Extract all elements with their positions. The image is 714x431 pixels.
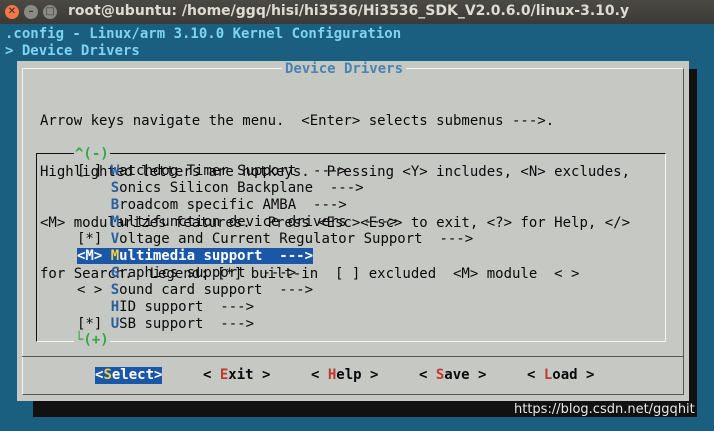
scroll-down-indicator[interactable]: └(+)	[74, 332, 110, 349]
bracket: >	[361, 367, 379, 383]
menu-item-body: [ ] Watchdog Timer Support --->	[77, 163, 347, 179]
menu-item-hotkey: H	[110, 299, 120, 315]
bracket: <	[419, 367, 436, 383]
menuconfig-dialog: Device Drivers Arrow keys navigate the m…	[17, 61, 689, 401]
dialog-shadow-right	[689, 69, 697, 416]
menu-item-label: SB support --->	[119, 316, 255, 332]
menu-item[interactable]: < > Sound card support --->	[77, 282, 313, 299]
watermark: https://blog.csdn.net/ggqhit	[514, 402, 695, 417]
menu-item-body: Broadcom specific AMBA --->	[77, 197, 347, 213]
menu-item-label: ultimedia support --->	[119, 248, 314, 264]
menu-item-state	[77, 197, 111, 213]
menu-item-state	[77, 180, 111, 196]
menu-item-label: ound card support --->	[119, 282, 314, 298]
menu-item-hotkey: S	[110, 282, 120, 298]
menu-item-label: onics Silicon Backplane --->	[119, 180, 364, 196]
breadcrumb: > Device Drivers	[5, 43, 140, 59]
bracket: <	[527, 367, 544, 383]
menu-item[interactable]: Broadcom specific AMBA --->	[77, 197, 347, 214]
menu-item-state: [*]	[77, 316, 111, 332]
help-button[interactable]: < Help >	[311, 367, 378, 384]
menu-item-body: Graphics support --->	[77, 265, 296, 281]
scroll-up-indicator[interactable]: ^(-)	[74, 146, 110, 163]
maximize-icon[interactable]: □	[43, 5, 57, 19]
menu-item-body: <M> Multimedia support --->	[77, 248, 314, 264]
menu-item-hotkey: U	[110, 316, 120, 332]
exit-button[interactable]: < Exit >	[203, 367, 270, 384]
menu-item-hotkey: M	[110, 214, 120, 230]
menu-item-state: <M>	[77, 248, 111, 264]
button-label: elect	[111, 367, 155, 383]
menu-item-state: [ ]	[77, 163, 111, 179]
help-line: Arrow keys navigate the menu. <Enter> se…	[40, 113, 555, 129]
menu-item-state: < >	[77, 282, 111, 298]
button-label: xit	[228, 367, 254, 383]
menu-item[interactable]: Graphics support --->	[77, 265, 296, 282]
hotkey: S	[103, 367, 112, 383]
menu-item-hotkey: G	[110, 265, 120, 281]
menu-item-label: ID support --->	[119, 299, 255, 315]
menu-item-state	[77, 265, 111, 281]
menu-item[interactable]: Sonics Silicon Backplane --->	[77, 180, 364, 197]
menu-item-label: ultifunction device drivers --->	[119, 214, 398, 230]
window-titlebar: ✕ – □ root@ubuntu: /home/ggq/hisi/hi3536…	[0, 0, 714, 24]
menu-item-label: raphics support --->	[119, 265, 297, 281]
bracket: >	[469, 367, 487, 383]
load-button[interactable]: < Load >	[527, 367, 594, 384]
menu-item[interactable]: HID support --->	[77, 299, 254, 316]
menu-item[interactable]: Multifunction device drivers --->	[77, 214, 398, 231]
window-title: root@ubuntu: /home/ggq/hisi/hi3536/Hi353…	[68, 3, 630, 19]
menu-item-label: atchdog Timer Support --->	[119, 163, 347, 179]
menu-item[interactable]: [ ] Watchdog Timer Support --->	[77, 163, 347, 180]
menu-item-body: [*] Voltage and Current Regulator Suppor…	[77, 231, 473, 247]
menu-item-body: HID support --->	[77, 299, 254, 315]
menu-item-state	[77, 214, 111, 230]
menu-item-hotkey: B	[110, 197, 120, 213]
menu-item-body: < > Sound card support --->	[77, 282, 313, 298]
bracket: <	[311, 367, 328, 383]
menu-item[interactable]: <M> Multimedia support --->	[77, 248, 314, 265]
menu-item-label: roadcom specific AMBA --->	[119, 197, 347, 213]
button-label: oad	[552, 367, 578, 383]
menu-item-body: [*] USB support --->	[77, 316, 254, 332]
close-icon[interactable]: ✕	[5, 5, 19, 19]
menu-item-hotkey: V	[110, 231, 120, 247]
bracket: <	[203, 367, 220, 383]
bracket: >	[253, 367, 271, 383]
menu-item-body: Sonics Silicon Backplane --->	[77, 180, 364, 196]
menu-item-hotkey: S	[110, 180, 120, 196]
bracket: >	[577, 367, 595, 383]
menu-item[interactable]: [*] Voltage and Current Regulator Suppor…	[77, 231, 473, 248]
button-divider	[22, 356, 684, 357]
menu-item-body: Multifunction device drivers --->	[77, 214, 398, 230]
menu-item-label: oltage and Current Regulator Support ---…	[119, 231, 474, 247]
button-label: elp	[336, 367, 362, 383]
dialog-title: Device Drivers	[282, 61, 407, 78]
config-header: .config - Linux/arm 3.10.0 Kernel Config…	[5, 26, 402, 42]
button-label: ave	[444, 367, 470, 383]
minimize-icon[interactable]: –	[24, 5, 38, 19]
menu-item-state: [*]	[77, 231, 111, 247]
menu-item-state	[77, 299, 111, 315]
menu-item-hotkey: M	[110, 248, 120, 264]
menu-item[interactable]: [*] USB support --->	[77, 316, 254, 333]
menu-item-hotkey: W	[110, 163, 120, 179]
select-button[interactable]: <Select>	[95, 367, 163, 384]
bracket: >	[154, 367, 163, 383]
save-button[interactable]: < Save >	[419, 367, 486, 384]
